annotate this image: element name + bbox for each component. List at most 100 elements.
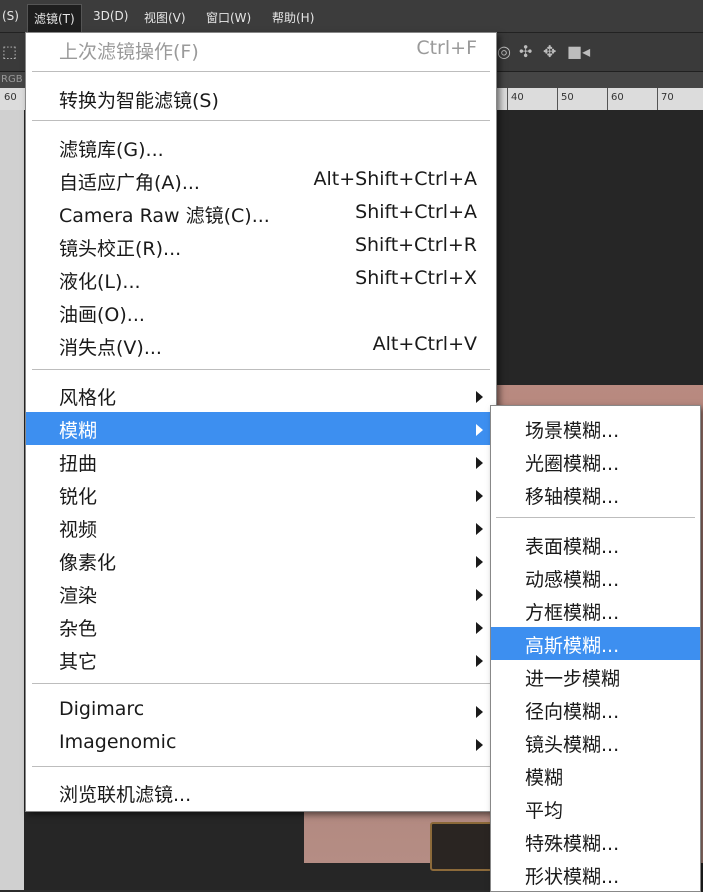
menu-item-label: 其它 bbox=[59, 651, 98, 673]
menu-item-shortcut: Shift+Ctrl+A bbox=[355, 201, 477, 223]
menu-item-shortcut: Alt+Shift+Ctrl+A bbox=[313, 168, 477, 190]
submenu-item-label: 光圈模糊... bbox=[525, 453, 620, 475]
menu-item-label: 消失点(V)... bbox=[59, 337, 162, 359]
orbit-3d-icon[interactable]: ◎ bbox=[497, 42, 511, 61]
submenu-item-radial-blur[interactable]: 径向模糊... bbox=[491, 693, 700, 726]
menu-item-label: 上次滤镜操作(F) bbox=[59, 41, 199, 63]
menu-item-label: 自适应广角(A)... bbox=[59, 172, 200, 194]
canvas-image-object bbox=[430, 822, 499, 871]
menu-item-camera-raw[interactable]: Camera Raw 滤镜(C)... Shift+Ctrl+A bbox=[26, 197, 496, 230]
submenu-arrow-icon bbox=[476, 655, 483, 667]
menu-item-shortcut: Shift+Ctrl+R bbox=[354, 234, 477, 256]
menu-item-filter-gallery[interactable]: 滤镜库(G)... bbox=[26, 131, 496, 164]
submenu-arrow-icon bbox=[476, 589, 483, 601]
submenu-item-blur[interactable]: 模糊 bbox=[491, 759, 700, 792]
menu-item-shortcut: Ctrl+F bbox=[416, 37, 477, 59]
menu-item-adaptive-wide-angle[interactable]: 自适应广角(A)... Alt+Shift+Ctrl+A bbox=[26, 164, 496, 197]
menu-item-liquify[interactable]: 液化(L)... Shift+Ctrl+X bbox=[26, 263, 496, 296]
submenu-item-average[interactable]: 平均 bbox=[491, 792, 700, 825]
submenu-item-tilt-shift[interactable]: 移轴模糊... bbox=[491, 478, 700, 511]
menu-item-digimarc[interactable]: Digimarc bbox=[26, 694, 496, 727]
menu-item-blur[interactable]: 模糊 bbox=[26, 412, 496, 445]
menu-filter[interactable]: 滤镜(T) bbox=[27, 4, 82, 33]
submenu-item-motion-blur[interactable]: 动感模糊... bbox=[491, 561, 700, 594]
submenu-item-label: 镜头模糊... bbox=[525, 734, 620, 756]
menu-item-label: Imagenomic bbox=[59, 731, 177, 753]
menu-view[interactable]: 视图(V) bbox=[144, 9, 186, 26]
ruler-label: 70 bbox=[661, 92, 674, 103]
submenu-arrow-icon bbox=[476, 490, 483, 502]
menu-item-label: 扭曲 bbox=[59, 453, 98, 475]
menu-item-browse-filters-online[interactable]: 浏览联机滤镜... bbox=[26, 776, 496, 809]
menu-item-convert-smart-filter[interactable]: 转换为智能滤镜(S) bbox=[26, 82, 496, 115]
submenu-item-blur-more[interactable]: 进一步模糊 bbox=[491, 660, 700, 693]
submenu-item-label: 表面模糊... bbox=[525, 536, 620, 558]
submenu-item-gaussian-blur[interactable]: 高斯模糊... bbox=[491, 627, 700, 660]
menu-item-vanishing-point[interactable]: 消失点(V)... Alt+Ctrl+V bbox=[26, 329, 496, 362]
vertical-ruler bbox=[0, 110, 24, 890]
menu-item-label: 杂色 bbox=[59, 618, 98, 640]
menu-item-stylize[interactable]: 风格化 bbox=[26, 379, 496, 412]
menu-item-label: 渲染 bbox=[59, 585, 98, 607]
ruler-label: 50 bbox=[561, 92, 574, 103]
menu-item-video[interactable]: 视频 bbox=[26, 511, 496, 544]
document-mode-label: RGB bbox=[1, 74, 23, 85]
submenu-item-label: 形状模糊... bbox=[525, 866, 620, 888]
menu-separator bbox=[32, 766, 490, 767]
menu-item-other[interactable]: 其它 bbox=[26, 643, 496, 676]
submenu-item-iris-blur[interactable]: 光圈模糊... bbox=[491, 445, 700, 478]
menu-item-shortcut: Shift+Ctrl+X bbox=[355, 267, 477, 289]
submenu-item-shape-blur[interactable]: 形状模糊... bbox=[491, 858, 700, 891]
menu-item-sharpen[interactable]: 锐化 bbox=[26, 478, 496, 511]
menu-bar: (S) 滤镜(T) 3D(D) 视图(V) 窗口(W) 帮助(H) bbox=[0, 0, 703, 33]
tool-options-icon[interactable]: ⬚ bbox=[2, 42, 17, 61]
menu-separator bbox=[32, 71, 490, 72]
submenu-item-label: 径向模糊... bbox=[525, 701, 620, 723]
submenu-item-smart-blur[interactable]: 特殊模糊... bbox=[491, 825, 700, 858]
submenu-item-label: 高斯模糊... bbox=[525, 635, 620, 657]
menu-select[interactable]: (S) bbox=[2, 9, 19, 23]
menu-help[interactable]: 帮助(H) bbox=[272, 9, 314, 26]
menu-item-label: 视频 bbox=[59, 519, 98, 541]
pan-3d-icon[interactable]: ✣ bbox=[519, 42, 532, 61]
submenu-arrow-icon bbox=[476, 424, 483, 436]
submenu-item-label: 模糊 bbox=[525, 767, 564, 789]
slide-3d-icon[interactable]: ✥ bbox=[543, 42, 556, 61]
menu-item-shortcut: Alt+Ctrl+V bbox=[372, 333, 477, 355]
ruler-label: 60 bbox=[611, 92, 624, 103]
submenu-arrow-icon bbox=[476, 457, 483, 469]
menu-item-label: 油画(O)... bbox=[59, 304, 145, 326]
menu-item-imagenomic[interactable]: Imagenomic bbox=[26, 727, 496, 760]
menu-3d[interactable]: 3D(D) bbox=[93, 9, 128, 23]
menu-item-oil-paint[interactable]: 油画(O)... bbox=[26, 296, 496, 329]
filter-menu: 上次滤镜操作(F) Ctrl+F 转换为智能滤镜(S) 滤镜库(G)... 自适… bbox=[25, 32, 497, 812]
menu-separator bbox=[32, 120, 490, 121]
submenu-arrow-icon bbox=[476, 706, 483, 718]
menu-item-lens-correction[interactable]: 镜头校正(R)... Shift+Ctrl+R bbox=[26, 230, 496, 263]
blur-submenu: 场景模糊... 光圈模糊... 移轴模糊... 表面模糊... 动感模糊... … bbox=[490, 405, 701, 892]
submenu-item-label: 场景模糊... bbox=[525, 420, 620, 442]
submenu-item-box-blur[interactable]: 方框模糊... bbox=[491, 594, 700, 627]
menu-item-label: 浏览联机滤镜... bbox=[59, 784, 192, 806]
ruler-label: 60 bbox=[4, 92, 17, 103]
menu-item-noise[interactable]: 杂色 bbox=[26, 610, 496, 643]
submenu-item-field-blur[interactable]: 场景模糊... bbox=[491, 412, 700, 445]
ruler-tick bbox=[607, 88, 608, 110]
menu-item-distort[interactable]: 扭曲 bbox=[26, 445, 496, 478]
submenu-item-surface-blur[interactable]: 表面模糊... bbox=[491, 528, 700, 561]
menu-item-render[interactable]: 渲染 bbox=[26, 577, 496, 610]
submenu-item-label: 进一步模糊 bbox=[525, 668, 621, 690]
video-camera-icon[interactable]: ■◂ bbox=[567, 42, 590, 61]
menu-item-label: 转换为智能滤镜(S) bbox=[59, 90, 219, 112]
ruler-tick bbox=[507, 88, 508, 110]
menu-item-label: 像素化 bbox=[59, 552, 117, 574]
submenu-arrow-icon bbox=[476, 622, 483, 634]
menu-item-label: 滤镜库(G)... bbox=[59, 139, 164, 161]
menu-item-pixelate[interactable]: 像素化 bbox=[26, 544, 496, 577]
menu-separator bbox=[32, 369, 490, 370]
menu-window[interactable]: 窗口(W) bbox=[206, 9, 251, 26]
menu-item-label: 模糊 bbox=[59, 420, 98, 442]
submenu-item-lens-blur[interactable]: 镜头模糊... bbox=[491, 726, 700, 759]
ruler-label: 40 bbox=[511, 92, 524, 103]
submenu-arrow-icon bbox=[476, 523, 483, 535]
